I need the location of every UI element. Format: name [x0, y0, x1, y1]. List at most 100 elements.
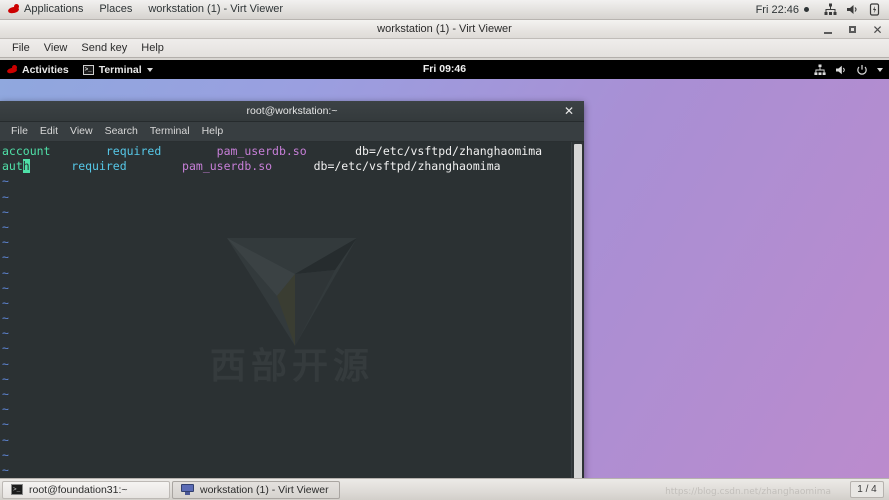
- host-panel-status-area: Fri 22:46: [756, 3, 889, 16]
- vim-empty-line-marker: ~: [2, 295, 9, 310]
- close-button[interactable]: ✕: [872, 23, 883, 36]
- host-clock-label: Fri 22:46: [755, 3, 799, 16]
- terminal-icon: >_: [11, 484, 23, 495]
- screen-root: Applications Places workstation (1) - Vi…: [0, 0, 889, 500]
- workspace-switcher[interactable]: 1 / 4: [850, 481, 884, 498]
- vim-text-segment: pam_userdb.so: [216, 144, 307, 158]
- scrollbar-thumb[interactable]: [574, 144, 582, 478]
- vim-empty-line-marker: ~: [2, 402, 9, 417]
- minimize-button[interactable]: [822, 23, 833, 36]
- volume-icon: [835, 64, 847, 76]
- host-places-menu[interactable]: Places: [91, 0, 140, 19]
- vim-empty-line-marker: ~: [2, 219, 9, 234]
- volume-icon[interactable]: [846, 3, 859, 16]
- host-window-title-item[interactable]: workstation (1) - Virt Viewer: [140, 0, 291, 19]
- guest-app-menu-label: Terminal: [98, 63, 142, 76]
- terminal-window: root@workstation:~ ✕ File Edit View Sear…: [0, 101, 584, 478]
- network-icon: [814, 64, 826, 76]
- notification-dot-icon: [804, 7, 809, 12]
- fedora-logo-icon: [7, 64, 17, 75]
- virt-viewer-menubar: File View Send key Help: [0, 39, 889, 58]
- vim-empty-line-marker: ~: [2, 250, 9, 265]
- vim-empty-line-marker: ~: [2, 371, 9, 386]
- taskbar-item-label: workstation (1) - Virt Viewer: [200, 483, 329, 496]
- vim-text-segment: [30, 159, 72, 173]
- vim-empty-line-marker: ~: [2, 462, 9, 477]
- guest-top-panel: Activities >_ Terminal Fri 09:46: [0, 60, 889, 79]
- host-clock[interactable]: Fri 22:46: [756, 4, 809, 16]
- terminal-titlebar[interactable]: root@workstation:~ ✕: [0, 101, 584, 122]
- guest-clock[interactable]: Fri 09:46: [385, 60, 505, 79]
- vim-empty-line-marker: ~: [2, 356, 9, 371]
- vim-content-line: auth required pam_userdb.so db=/etc/vsft…: [2, 159, 569, 174]
- vim-empty-line-marker: ~: [2, 204, 9, 219]
- vim-content-line: account required pam_userdb.so db=/etc/v…: [2, 144, 569, 159]
- vim-text-segment: required: [71, 159, 127, 174]
- guest-status-area[interactable]: [814, 60, 883, 79]
- taskbar-faint-watermark: https://blog.csdn.net/zhanghaomima: [665, 487, 831, 497]
- terminal-menubar: File Edit View Search Terminal Help: [0, 122, 584, 142]
- terminal-menu-view[interactable]: View: [64, 122, 99, 141]
- virt-viewer-titlebar[interactable]: workstation (1) - Virt Viewer ✕: [0, 20, 889, 39]
- vim-editor-area[interactable]: account required pam_userdb.so db=/etc/v…: [0, 142, 569, 478]
- virt-viewer-window: workstation (1) - Virt Viewer ✕ File Vie…: [0, 20, 889, 478]
- guest-activities-label: Activities: [22, 63, 69, 76]
- vim-text-segment: account: [2, 144, 51, 158]
- host-window-title-label: workstation (1) - Virt Viewer: [148, 3, 284, 15]
- battery-icon[interactable]: [868, 3, 881, 16]
- virt-viewer-title: workstation (1) - Virt Viewer: [377, 23, 512, 35]
- vim-empty-line-marker: ~: [2, 280, 9, 295]
- maximize-button[interactable]: [847, 23, 858, 36]
- menu-send-key[interactable]: Send key: [74, 39, 134, 57]
- network-icon[interactable]: [824, 3, 837, 16]
- terminal-menu-search[interactable]: Search: [99, 122, 144, 141]
- vim-text-segment: required: [105, 144, 162, 158]
- guest-desktop: Activities >_ Terminal Fri 09:46 root@wo…: [0, 60, 889, 478]
- vim-empty-line-marker: ~: [2, 387, 9, 401]
- vim-empty-line-marker: ~: [2, 265, 9, 280]
- terminal-menu-file[interactable]: File: [5, 122, 34, 141]
- taskbar-item-foundation-terminal[interactable]: >_ root@foundation31:~: [2, 480, 170, 499]
- vim-empty-line-marker: ~: [2, 311, 9, 326]
- menu-view[interactable]: View: [37, 39, 75, 57]
- vim-empty-line-marker: ~: [2, 341, 9, 356]
- taskbar-item-label: root@foundation31:~: [29, 483, 128, 496]
- vim-empty-line-marker: ~: [2, 447, 9, 462]
- vim-empty-line-marker: ~: [2, 174, 9, 189]
- chevron-down-icon: [877, 67, 883, 72]
- power-icon: [856, 64, 868, 76]
- terminal-menu-terminal[interactable]: Terminal: [144, 122, 196, 141]
- terminal-title: root@workstation:~: [246, 105, 338, 117]
- host-top-panel: Applications Places workstation (1) - Vi…: [0, 0, 889, 20]
- terminal-icon: >_: [82, 64, 94, 75]
- guest-activities-button[interactable]: Activities: [0, 60, 76, 79]
- host-places-label: Places: [99, 3, 133, 15]
- menu-help[interactable]: Help: [134, 39, 171, 57]
- fedora-logo-icon: [8, 4, 19, 15]
- monitor-icon: [181, 484, 194, 495]
- vim-text-segment: [161, 144, 216, 158]
- guest-app-menu[interactable]: >_ Terminal: [76, 60, 160, 79]
- vim-text-segment: [50, 144, 105, 158]
- vim-text-segment: [127, 159, 182, 173]
- taskbar-item-virt-viewer[interactable]: workstation (1) - Virt Viewer: [172, 480, 340, 499]
- terminal-scrollbar[interactable]: [571, 142, 583, 478]
- vim-empty-line-marker: ~: [2, 326, 9, 341]
- close-icon[interactable]: ✕: [562, 104, 576, 118]
- terminal-body[interactable]: 西部开源 account required pam_userdb.so db=/…: [0, 142, 584, 478]
- terminal-menu-help[interactable]: Help: [196, 122, 230, 141]
- vim-empty-line-marker: ~: [2, 432, 9, 447]
- vim-text-segment: db=/etc/vsftpd/zhanghaomima: [355, 144, 543, 158]
- workspace-label: 1 / 4: [857, 484, 877, 495]
- virt-viewer-window-controls: ✕: [822, 20, 883, 39]
- vim-empty-line-marker: ~: [2, 235, 9, 250]
- vim-text-segment: [272, 159, 314, 173]
- terminal-menu-edit[interactable]: Edit: [34, 122, 64, 141]
- vim-text-segment: db=/etc/vsftpd/zhanghaomima: [313, 159, 501, 174]
- vim-text-segment: pam_userdb.so: [182, 159, 273, 174]
- vim-cursor: h: [22, 159, 30, 174]
- chevron-down-icon: [146, 67, 153, 72]
- menu-file[interactable]: File: [5, 39, 37, 57]
- vim-text-segment: [307, 144, 355, 158]
- host-applications-menu[interactable]: Applications: [0, 0, 91, 19]
